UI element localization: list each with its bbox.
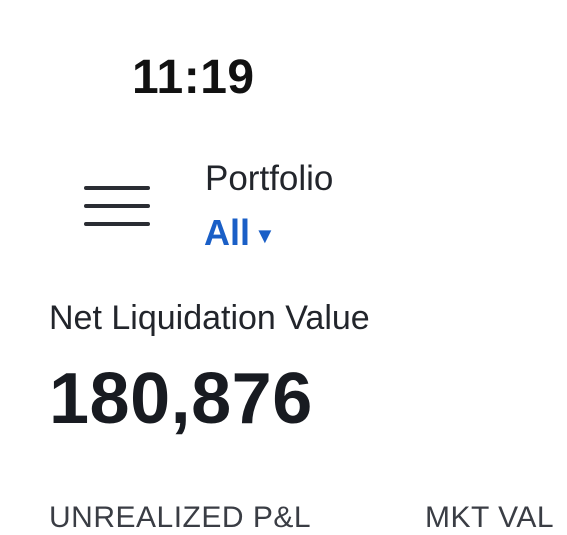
status-bar-time: 11:19: [132, 51, 255, 104]
caret-down-icon: ▼: [254, 223, 276, 248]
portfolio-selector[interactable]: All ▼: [204, 211, 276, 255]
net-liquidation-value: 180,876: [49, 359, 313, 439]
portfolio-selected-value: All: [204, 212, 251, 253]
column-header-unrealized-pnl[interactable]: UNREALIZED P&L: [49, 501, 311, 535]
menu-button[interactable]: [82, 184, 152, 230]
portfolio-label: Portfolio: [205, 159, 334, 198]
net-liquidation-label: Net Liquidation Value: [49, 299, 370, 337]
column-header-market-value[interactable]: MKT VAL: [425, 501, 554, 535]
